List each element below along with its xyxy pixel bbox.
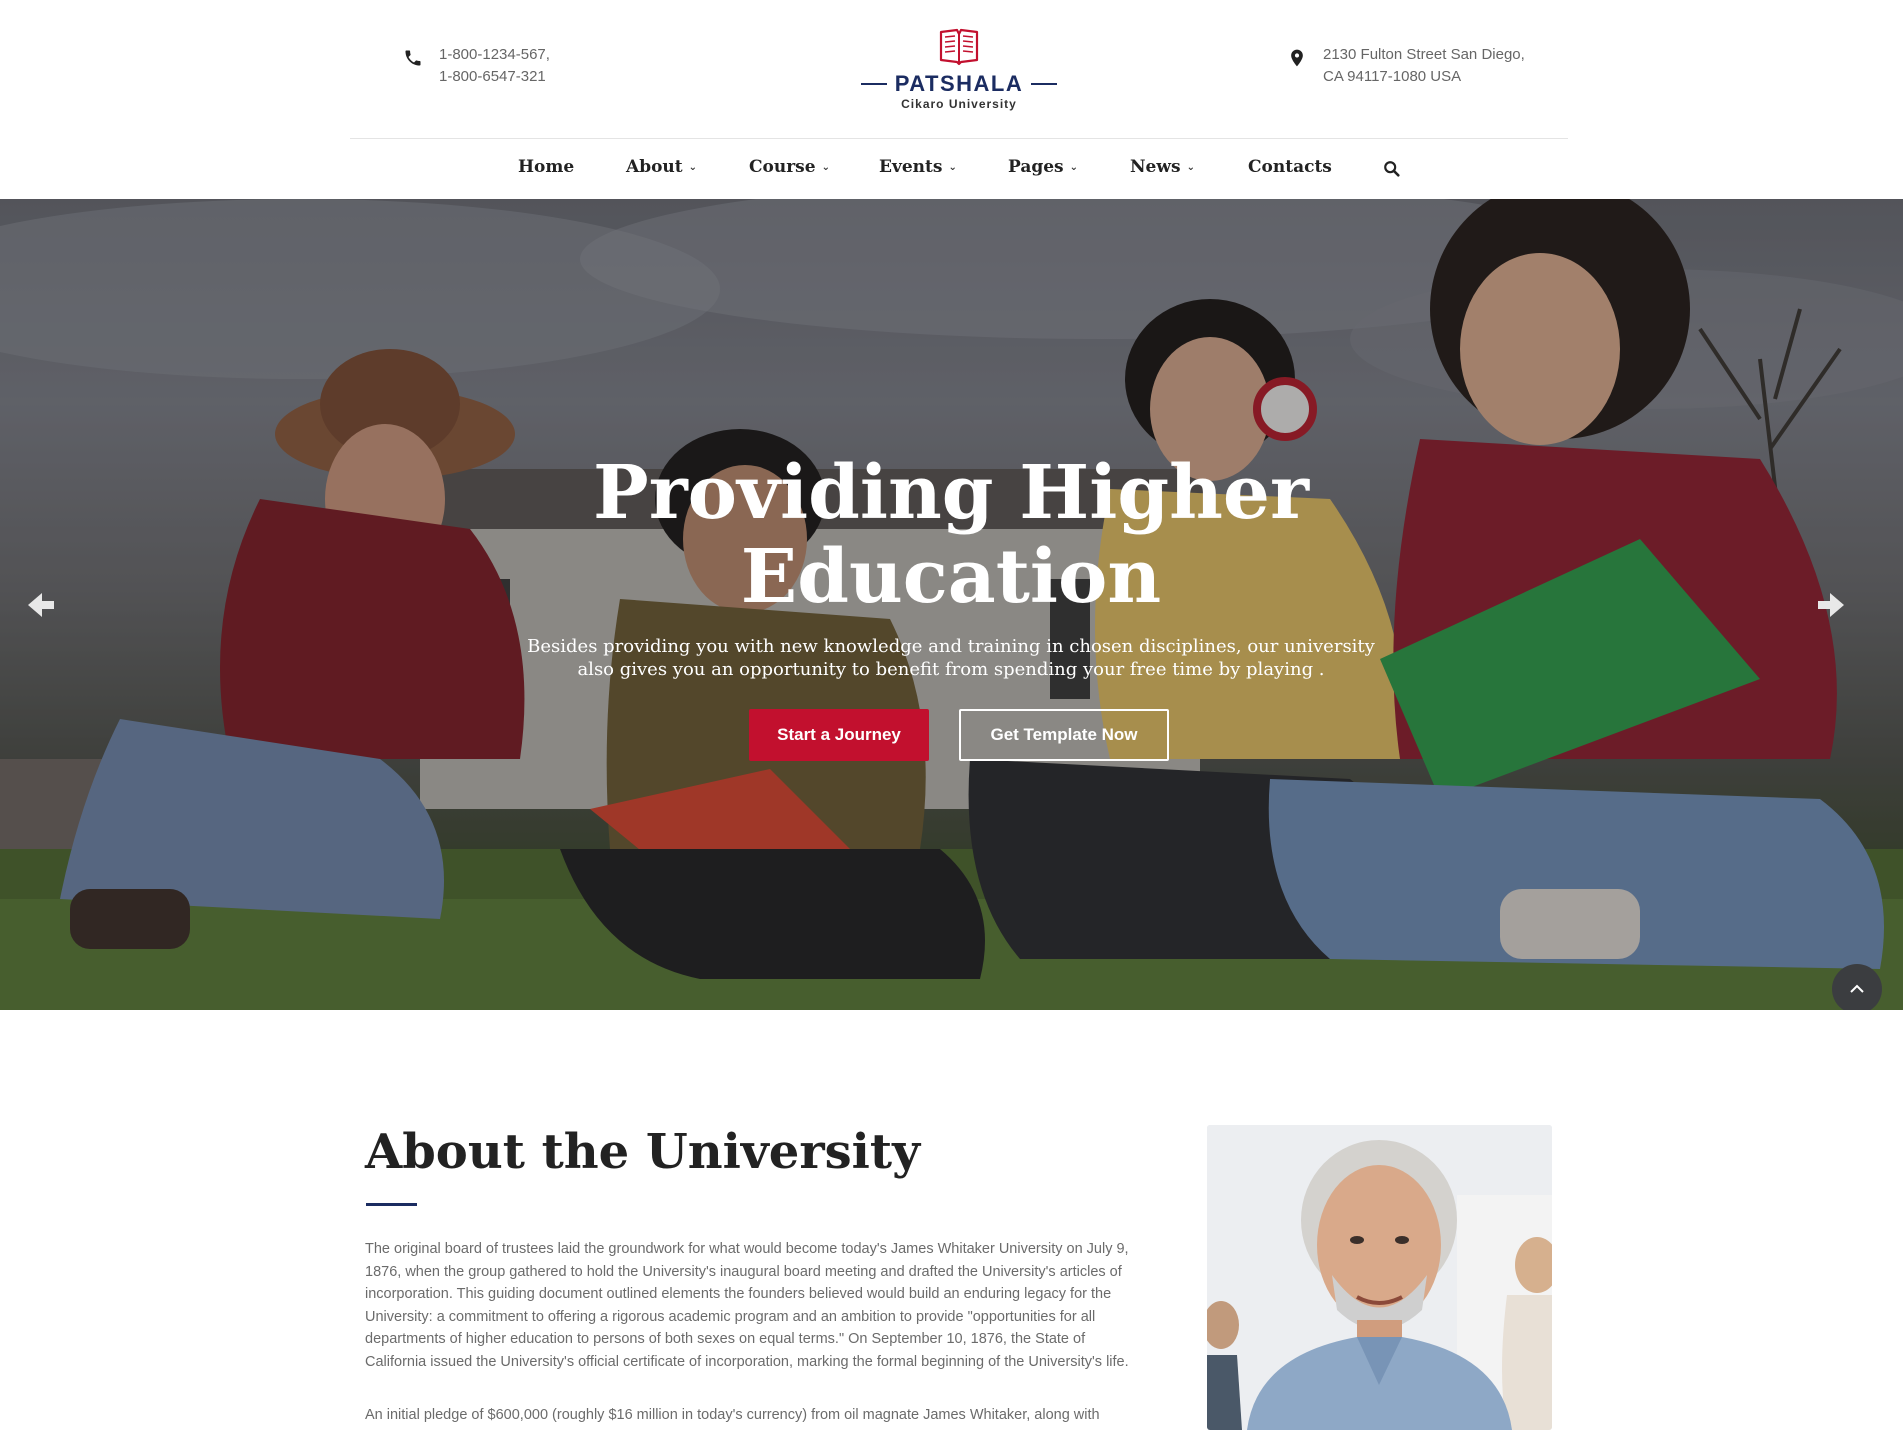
header-phone: 1-800-1234-567, 1-800-6547-321: [403, 44, 550, 88]
president-portrait: [1207, 1125, 1552, 1430]
start-journey-button[interactable]: Start a Journey: [749, 709, 929, 761]
phone-line-1[interactable]: 1-800-1234-567,: [439, 44, 550, 66]
hero-description-line2: also gives you an opportunity to benefit…: [577, 659, 1325, 680]
address-lines: 2130 Fulton Street San Diego, CA 94117-1…: [1323, 44, 1525, 88]
main-nav: Home About ⌄ Course ⌄ Events ⌄ Pages ⌄ N…: [0, 139, 1903, 199]
site-header: 1-800-1234-567, 1-800-6547-321 PATSHALA …: [0, 0, 1903, 138]
logo-subtitle: Cikaro University: [901, 97, 1017, 111]
nav-label: Home: [518, 157, 575, 177]
hero-title-line1: Providing Higher: [593, 450, 1309, 536]
chevron-down-icon: ⌄: [1186, 161, 1195, 173]
phone-icon: [405, 50, 421, 66]
header-address: 2130 Fulton Street San Diego, CA 94117-1…: [1287, 44, 1525, 88]
arrow-right-icon[interactable]: [1814, 587, 1850, 623]
portrait-image: [1207, 1125, 1552, 1430]
scroll-to-top-button[interactable]: [1832, 964, 1882, 1010]
chevron-down-icon: ⌄: [948, 161, 957, 173]
nav-item-pages[interactable]: Pages ⌄: [1008, 157, 1078, 177]
nav-label: Pages: [1008, 157, 1064, 177]
about-title: About the University: [365, 1124, 920, 1180]
chevron-down-icon: ⌄: [821, 161, 830, 173]
nav-label: Contacts: [1248, 157, 1332, 177]
nav-item-events[interactable]: Events ⌄: [879, 157, 957, 177]
chevron-up-icon: [1850, 984, 1864, 993]
logo-rule-right: [1031, 83, 1057, 85]
hero-title-line2: Education: [740, 534, 1162, 620]
hero-description-line1: Besides providing you with new knowledge…: [527, 636, 1375, 657]
nav-label: Course: [749, 157, 816, 177]
logo-rule-left: [861, 83, 887, 85]
phone-line-2[interactable]: 1-800-6547-321: [439, 66, 550, 88]
hero-description: Besides providing you with new knowledge…: [501, 635, 1401, 681]
about-title-underline: [366, 1203, 417, 1206]
arrow-left-icon[interactable]: [22, 587, 58, 623]
nav-label: Events: [879, 157, 943, 177]
nav-item-home[interactable]: Home: [518, 157, 574, 177]
logo-title-row: PATSHALA: [861, 71, 1057, 96]
hero-slider: Providing Higher Education Besides provi…: [0, 199, 1903, 1010]
book-icon: [939, 28, 979, 66]
address-line-1: 2130 Fulton Street San Diego,: [1323, 46, 1525, 63]
phone-numbers: 1-800-1234-567, 1-800-6547-321: [439, 44, 550, 88]
nav-label: About: [626, 157, 683, 177]
site-logo[interactable]: PATSHALA Cikaro University: [861, 26, 1057, 111]
chevron-down-icon: ⌄: [1069, 161, 1079, 173]
nav-item-news[interactable]: News ⌄: [1130, 157, 1195, 177]
address-line-2: CA 94117-1080 USA: [1323, 68, 1462, 85]
about-paragraph-2: An initial pledge of $600,000 (roughly $…: [365, 1407, 1100, 1423]
chevron-down-icon: ⌄: [688, 161, 698, 173]
get-template-button[interactable]: Get Template Now: [959, 709, 1169, 761]
nav-item-course[interactable]: Course ⌄: [749, 157, 830, 177]
nav-item-about[interactable]: About ⌄: [626, 157, 697, 177]
nav-item-contacts[interactable]: Contacts: [1248, 157, 1332, 177]
map-pin-icon: [1291, 49, 1303, 67]
search-icon[interactable]: [1383, 160, 1401, 178]
hero-title: Providing Higher Education: [451, 451, 1451, 619]
about-paragraph-1: The original board of trustees laid the …: [365, 1241, 1129, 1370]
logo-title: PATSHALA: [894, 71, 1024, 96]
nav-label: News: [1130, 157, 1181, 177]
